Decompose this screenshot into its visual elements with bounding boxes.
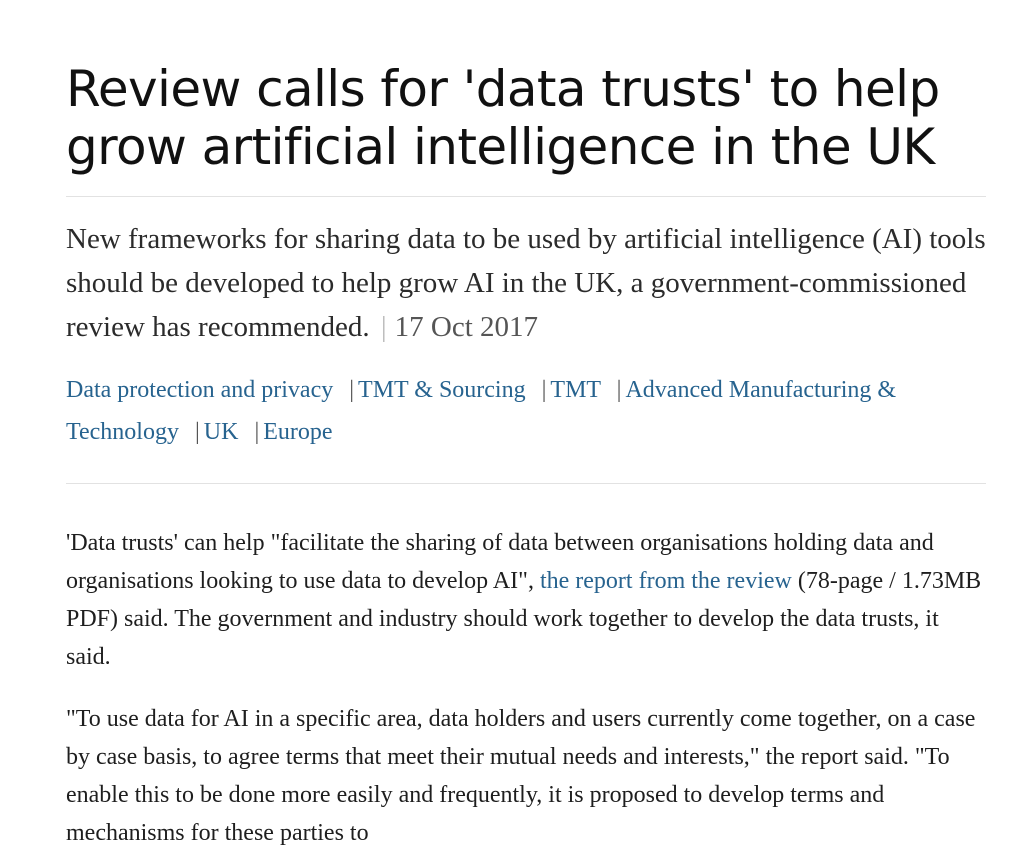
date-separator: | xyxy=(380,311,387,343)
article: Review calls for 'data trusts' to help g… xyxy=(66,0,986,852)
article-headline: Review calls for 'data trusts' to help g… xyxy=(66,60,940,176)
tag-item: | Europe xyxy=(244,419,332,445)
tag-item: | TMT & Sourcing xyxy=(339,377,525,403)
tag-separator: | xyxy=(349,377,355,403)
tag-item: | UK xyxy=(185,419,238,445)
report-link[interactable]: the report from the review xyxy=(540,568,792,594)
tag-separator: | xyxy=(616,377,622,403)
divider xyxy=(66,196,986,197)
tag-link-uk[interactable]: UK xyxy=(204,419,239,445)
article-body: 'Data trusts' can help "facilitate the s… xyxy=(66,524,986,852)
article-standfirst: New frameworks for sharing data to be us… xyxy=(66,217,986,349)
body-paragraph-1: 'Data trusts' can help "facilitate the s… xyxy=(66,524,986,676)
publish-date: 17 Oct 2017 xyxy=(394,311,539,343)
tag-separator: | xyxy=(541,377,547,403)
tag-item: | TMT xyxy=(532,377,601,403)
tag-link-tmt-sourcing[interactable]: TMT & Sourcing xyxy=(358,377,526,403)
tag-list: Data protection and privacy | TMT & Sourc… xyxy=(66,369,986,453)
tag-link-tmt[interactable]: TMT xyxy=(550,377,600,403)
body-paragraph-2: "To use data for AI in a specific area, … xyxy=(66,706,976,846)
tag-link-data-protection[interactable]: Data protection and privacy xyxy=(66,377,333,403)
tag-separator: | xyxy=(194,419,200,445)
divider xyxy=(66,483,986,484)
tag-item: Data protection and privacy xyxy=(66,377,333,403)
tag-separator: | xyxy=(254,419,260,445)
tag-link-europe[interactable]: Europe xyxy=(263,419,332,445)
